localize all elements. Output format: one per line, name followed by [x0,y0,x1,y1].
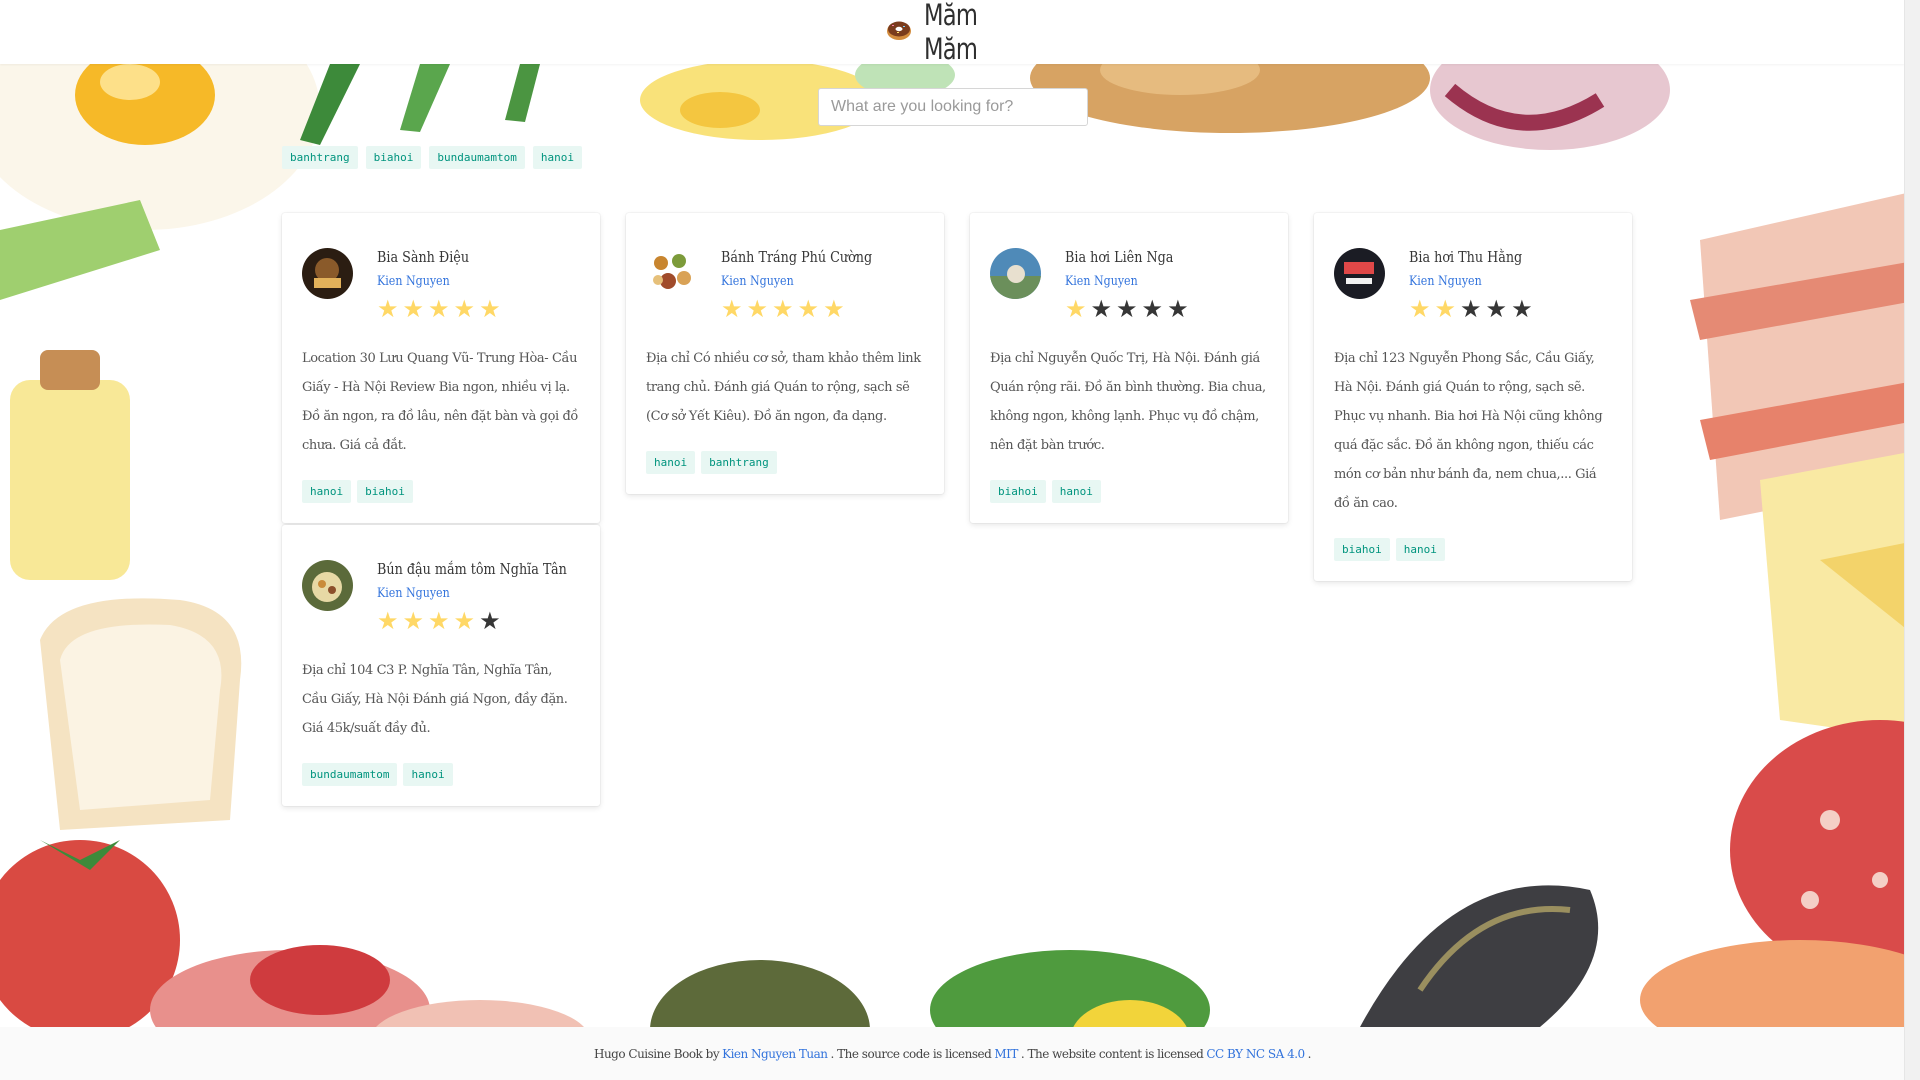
star-filled-icon: ★ [479,296,501,323]
restaurant-title[interactable]: Bia hơi Liên Nga [1065,248,1173,266]
rating-stars: ★ ★ ★ ★ ★ [1409,298,1542,322]
footer-code-license-link[interactable]: MIT [994,1047,1018,1061]
restaurant-title[interactable]: Bún đậu mắm tôm Nghĩa Tân [377,560,567,578]
author-link[interactable]: Kien Nguyen [377,274,450,289]
restaurant-description: Địa chỉ Nguyễn Quốc Trị, Hà Nội. Đánh gi… [990,351,1266,453]
card-tag[interactable]: hanoi [646,451,696,474]
footer-content-license-link[interactable]: CC BY NC SA 4.0 [1206,1047,1305,1061]
restaurant-card[interactable]: Bánh Tráng Phú Cường Kien Nguyen ★ ★ ★ ★ ★ Đ… [626,213,944,494]
author-link[interactable]: Kien Nguyen [1409,274,1482,289]
restaurant-title[interactable]: Bánh Tráng Phú Cường [721,248,872,266]
star-empty-icon: ★ [1511,296,1533,323]
card-tag[interactable]: banhtrang [701,451,777,474]
card-tags: biahoi hanoi [990,480,1268,503]
star-filled-icon: ★ [428,608,450,635]
star-filled-icon: ★ [823,296,845,323]
rating-stars: ★ ★ ★ ★ ★ [377,610,600,634]
star-filled-icon: ★ [772,296,794,323]
restaurant-description: Location 30 Lưu Quang Vũ- Trung Hòa- Cầu… [302,351,578,453]
star-filled-icon: ★ [428,296,450,323]
card-tags: hanoi banhtrang [646,451,924,474]
card-tag[interactable]: hanoi [1051,480,1101,503]
page-scrollbar[interactable] [1904,0,1920,1080]
rating-stars: ★ ★ ★ ★ ★ [1065,298,1193,322]
donut-icon [886,19,912,46]
star-filled-icon: ★ [797,296,820,323]
restaurant-card[interactable]: Bia hơi Liên Nga Kien Nguyen ★ ★ ★ ★ ★ Địa c… [970,213,1288,523]
card-tags: bundaumamtom hanoi [302,763,580,786]
card-tag[interactable]: hanoi [403,763,453,786]
star-empty-icon: ★ [1116,296,1138,323]
card-tag[interactable]: bundaumamtom [302,763,398,786]
restaurant-card[interactable]: Bún đậu mắm tôm Nghĩa Tân Kien Nguyen ★ ★… [282,525,600,806]
card-tags: biahoi hanoi [1334,538,1612,561]
restaurant-avatar [302,560,353,611]
restaurant-card[interactable]: Bia Sành Điệu Kien Nguyen ★ ★ ★ ★ ★ Location… [282,213,600,523]
star-empty-icon: ★ [1460,296,1482,323]
tag-filter-biahoi[interactable]: biahoi [365,146,422,169]
card-tag[interactable]: biahoi [357,480,413,503]
brand-name: Măm Măm [923,0,978,66]
top-navbar: Măm Măm [0,0,1905,66]
restaurant-card[interactable]: Bia hơi Thu Hằng Kien Nguyen ★ ★ ★ ★ ★ Địa c… [1314,213,1632,581]
tag-filter-banhtrang[interactable]: banhtrang [282,146,358,169]
restaurant-title[interactable]: Bia Sành Điệu [377,248,482,266]
brand-link[interactable]: Măm Măm [886,0,1020,66]
restaurant-description: Địa chỉ 104 C3 P. Nghĩa Tân, Nghĩa Tân, … [302,663,568,736]
card-tag[interactable]: biahoi [990,480,1046,503]
restaurant-avatar [1334,248,1385,299]
restaurant-title[interactable]: Bia hơi Thu Hằng [1409,248,1522,266]
rating-stars: ★ ★ ★ ★ ★ [721,298,899,322]
search-input[interactable] [818,88,1088,126]
tag-filter-bar: banhtrang biahoi bundaumamtom hanoi [282,146,582,169]
footer-text: Hugo Cuisine Book by [593,1046,720,1061]
star-filled-icon: ★ [721,296,743,323]
star-filled-icon: ★ [453,296,476,323]
page-footer: Hugo Cuisine Book by Kien Nguyen Tuan . … [0,1027,1905,1080]
author-link[interactable]: Kien Nguyen [721,274,794,289]
star-empty-icon: ★ [479,608,501,635]
author-link[interactable]: Kien Nguyen [377,586,450,601]
card-tags: hanoi biahoi [302,480,580,503]
star-empty-icon: ★ [1141,296,1164,323]
star-filled-icon: ★ [1409,296,1431,323]
restaurant-description: Địa chỉ Có nhiều cơ sở, tham khảo thêm l… [646,351,921,424]
star-filled-icon: ★ [377,296,399,323]
star-empty-icon: ★ [1485,296,1508,323]
footer-text: . [1307,1046,1312,1061]
star-filled-icon: ★ [746,296,769,323]
star-empty-icon: ★ [1167,296,1189,323]
star-filled-icon: ★ [402,296,425,323]
star-filled-icon: ★ [1434,296,1457,323]
card-tag[interactable]: biahoi [1334,538,1390,561]
footer-text: . The source code is licensed [830,1046,992,1061]
restaurant-description: Địa chỉ 123 Nguyễn Phong Sắc, Cầu Giấy, … [1334,351,1603,511]
star-filled-icon: ★ [402,608,425,635]
star-empty-icon: ★ [1090,296,1113,323]
restaurant-avatar [990,248,1041,299]
tag-filter-hanoi[interactable]: hanoi [532,146,582,169]
author-link[interactable]: Kien Nguyen [1065,274,1138,289]
card-tag[interactable]: hanoi [302,480,352,503]
restaurant-avatar [302,248,353,299]
star-filled-icon: ★ [453,608,476,635]
footer-author-link[interactable]: Kien Nguyen Tuan [722,1047,828,1061]
footer-text: . The website content is licensed [1020,1046,1204,1061]
tag-filter-bundaumamtom[interactable]: bundaumamtom [429,146,525,169]
card-tag[interactable]: hanoi [1395,538,1445,561]
star-filled-icon: ★ [1065,296,1087,323]
rating-stars: ★ ★ ★ ★ ★ [377,298,501,322]
star-filled-icon: ★ [377,608,399,635]
restaurant-avatar [646,248,697,299]
